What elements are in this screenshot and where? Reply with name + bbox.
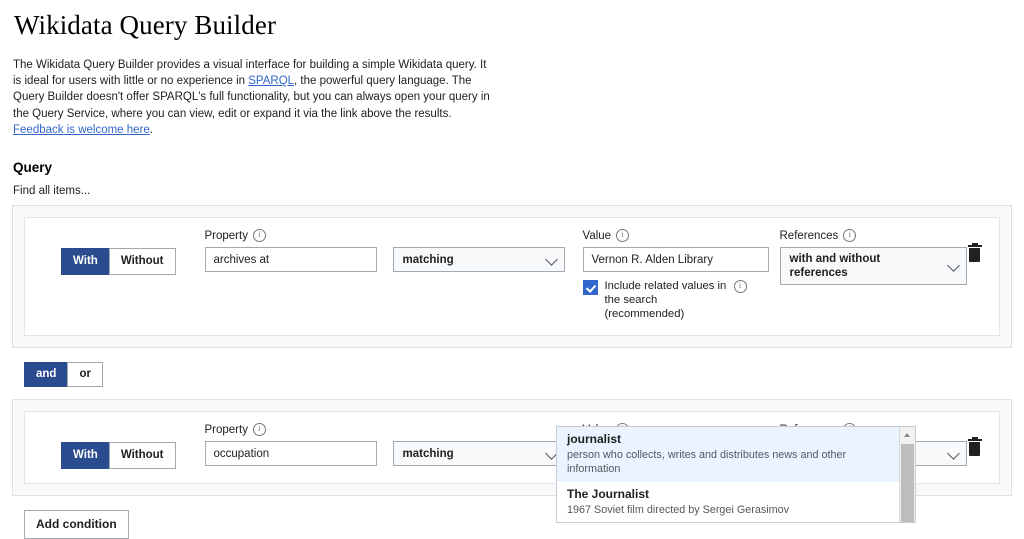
autocomplete-option-label-2: The Journalist [567,487,889,502]
scrollbar-thumb[interactable] [901,444,914,522]
property-field-1: Property i archives at [205,228,377,272]
trash-icon-body [969,442,980,456]
condition-row-1: With Without Property i archives at matc… [37,228,987,321]
subclasses-checkbox-1[interactable] [583,280,598,295]
property-input-1[interactable]: archives at [205,247,377,272]
intro-text-3: . [150,124,153,136]
property-label-text-2: Property [205,424,248,436]
subclasses-checkbox-row-1: Include related values in the search (re… [583,279,769,321]
and-button[interactable]: and [24,362,67,387]
condition-panel-1: With Without Property i archives at matc… [12,205,1012,348]
references-label-text-1: References [780,230,839,242]
match-select-value-1: matching [403,253,454,267]
autocomplete-option-desc-2: 1967 Soviet film directed by Sergei Gera… [567,503,889,517]
intro-paragraph: The Wikidata Query Builder provides a vi… [13,57,491,138]
match-select-2[interactable]: matching [393,441,565,466]
info-icon[interactable]: i [616,229,629,242]
value-label-text-1: Value [583,230,612,242]
with-without-toggle-2: With Without [61,442,176,469]
match-select-value-2: matching [403,447,454,461]
property-label-2: Property i [205,422,377,437]
trash-icon-lid [968,245,982,247]
autocomplete-option-2[interactable]: The Journalist 1967 Soviet film directed… [557,482,899,522]
trash-icon-body [969,248,980,262]
references-field-1: References i with and without references [780,228,967,285]
match-field-2: matching [393,422,565,466]
chevron-down-icon [947,259,960,272]
page-title: Wikidata Query Builder [14,10,1012,41]
match-field-1: matching [393,228,565,272]
match-label-2 [393,422,565,437]
value-label-1: Value i [583,228,769,243]
info-icon[interactable]: i [843,229,856,242]
find-all-items-label: Find all items... [13,185,1012,197]
with-button-2[interactable]: With [61,442,109,469]
sparql-link[interactable]: SPARQL [248,75,294,87]
query-section-title: Query [13,160,1012,175]
delete-condition-button-1[interactable] [967,245,983,263]
info-icon[interactable]: i [253,229,266,242]
value-input-1[interactable]: Vernon R. Alden Library [583,247,769,272]
info-icon[interactable]: i [734,280,747,293]
trash-icon-lid [968,439,982,441]
value-field-1: Value i Vernon R. Alden Library Include … [583,228,769,321]
autocomplete-list: journalist person who collects, writes a… [557,427,899,522]
info-icon[interactable]: i [253,423,266,436]
match-select-1[interactable]: matching [393,247,565,272]
subclasses-label-1: Include related values in the search (re… [605,279,727,321]
references-label-1: References i [780,228,967,243]
autocomplete-option-label-1: journalist [567,432,889,447]
autocomplete-option-1[interactable]: journalist person who collects, writes a… [557,427,899,482]
property-label-text-1: Property [205,230,248,242]
scroll-up-arrow-icon[interactable] [900,427,915,442]
match-label-1 [393,228,565,243]
condition-card-1: With Without Property i archives at matc… [24,217,1000,336]
references-select-1[interactable]: with and without references [780,247,967,285]
property-input-2[interactable]: occupation [205,441,377,466]
add-condition-button[interactable]: Add condition [24,510,129,539]
with-without-toggle-1: With Without [61,248,176,275]
and-or-toggle: and or [24,362,1012,387]
property-field-2: Property i occupation [205,422,377,466]
autocomplete-option-desc-1: person who collects, writes and distribu… [567,448,889,476]
delete-condition-button-2[interactable] [967,439,983,457]
with-button-1[interactable]: With [61,248,109,275]
references-select-value-1: with and without references [790,252,940,280]
or-button[interactable]: or [67,362,103,387]
feedback-link[interactable]: Feedback is welcome here [13,124,150,136]
without-button-2[interactable]: Without [109,442,176,469]
value-autocomplete-dropdown: journalist person who collects, writes a… [556,426,916,523]
chevron-down-icon [947,447,960,460]
chevron-down-icon [545,253,558,266]
without-button-1[interactable]: Without [109,248,176,275]
autocomplete-scrollbar[interactable] [899,427,915,522]
property-label-1: Property i [205,228,377,243]
